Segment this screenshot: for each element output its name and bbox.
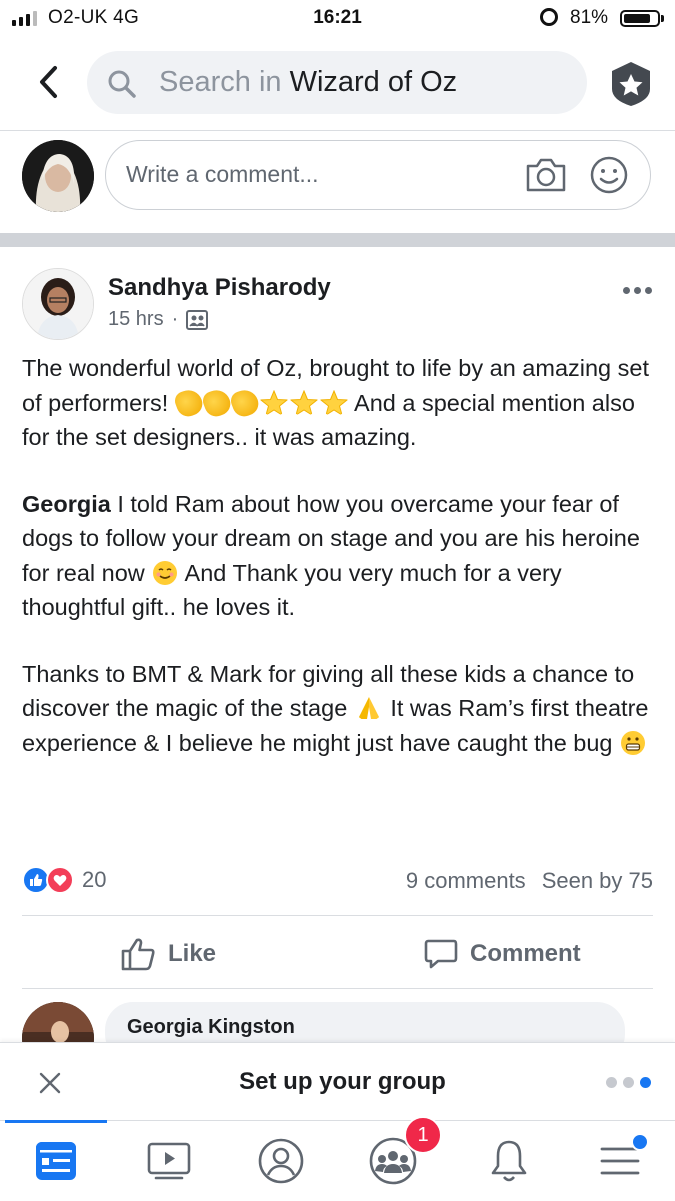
love-reaction-icon — [46, 866, 74, 894]
back-button[interactable] — [28, 62, 68, 102]
divider — [0, 130, 675, 131]
blush-emoji-icon — [153, 560, 178, 585]
clapping-emoji-icon — [228, 385, 262, 420]
battery-percent: 81% — [570, 7, 609, 28]
groups-notification-badge: 1 — [404, 1116, 442, 1154]
post-author[interactable]: Sandhya Pisharody — [108, 274, 331, 302]
menu-notification-dot — [631, 1133, 649, 1151]
comment-count[interactable]: 9 comments — [406, 868, 526, 893]
like-button[interactable]: Like — [120, 934, 216, 974]
comment-icon — [424, 939, 458, 969]
comment-label: Comment — [470, 940, 581, 967]
divider — [22, 915, 653, 916]
bell-icon — [491, 1140, 527, 1182]
comment-button[interactable]: Comment — [424, 934, 581, 974]
dot-separator: · — [171, 308, 179, 330]
post-body: The wonderful world of Oz, brought to li… — [22, 351, 662, 792]
group-audience-icon — [186, 309, 209, 330]
chevron-left-icon — [40, 66, 57, 98]
star-emoji-icon — [259, 389, 288, 416]
progress-dots — [606, 1077, 651, 1088]
active-tab-indicator — [5, 1120, 107, 1123]
search-placeholder: Search in Wizard of Oz — [159, 66, 458, 98]
tab-watch[interactable] — [143, 1135, 195, 1187]
post-time[interactable]: 15 hrs — [108, 308, 164, 331]
tab-bar: 1 — [0, 1116, 675, 1201]
divider — [22, 988, 653, 989]
commenter-name[interactable]: Georgia Kingston — [127, 1016, 295, 1039]
post-meta: 15 hrs · — [108, 308, 209, 331]
status-bar: O2-UK 4G 16:21 81% — [0, 0, 675, 40]
tab-news-feed[interactable] — [30, 1135, 82, 1187]
praying-hands-emoji-icon — [357, 697, 380, 719]
thumbs-up-icon — [121, 938, 155, 971]
news-feed-icon — [36, 1142, 76, 1180]
star-emoji-icon — [319, 389, 348, 416]
video-play-icon — [147, 1142, 191, 1180]
star-emoji-icon — [289, 389, 318, 416]
author-avatar[interactable] — [22, 268, 94, 340]
seen-count[interactable]: Seen by 75 — [542, 868, 653, 893]
clapping-emoji-icon — [200, 385, 234, 420]
mention-link[interactable]: Georgia — [22, 491, 111, 517]
post-paragraph: The wonderful world of Oz, brought to li… — [22, 355, 649, 450]
tab-notifications[interactable] — [483, 1135, 535, 1187]
comment-placeholder: Write a comment... — [126, 161, 319, 187]
post-paragraph: Thanks to BMT & Mark for giving all thes… — [22, 660, 649, 756]
more-options-icon[interactable] — [623, 287, 652, 294]
comment-input[interactable]: Write a comment... — [105, 140, 651, 210]
grimace-emoji-icon — [621, 730, 646, 755]
tab-profile[interactable] — [255, 1135, 307, 1187]
alarm-icon — [540, 8, 558, 26]
clapping-emoji-icon — [172, 385, 206, 420]
search-bar[interactable]: Search in Wizard of Oz — [87, 51, 587, 114]
reaction-count: 20 — [82, 867, 107, 892]
section-separator — [0, 233, 675, 247]
camera-icon[interactable] — [524, 156, 568, 194]
avatar[interactable] — [22, 140, 94, 212]
search-icon — [108, 70, 136, 98]
setup-group-banner[interactable]: Set up your group — [0, 1042, 675, 1123]
like-label: Like — [168, 940, 217, 967]
post-stats: 9 comments Seen by 75 — [406, 868, 653, 894]
post-paragraph: Georgia I told Ram about how you overcam… — [22, 490, 640, 621]
shield-star-icon — [612, 62, 650, 106]
group-badge-button[interactable] — [608, 60, 654, 108]
setup-title: Set up your group — [239, 1068, 446, 1095]
emoji-icon[interactable] — [589, 155, 629, 195]
reactions-summary[interactable]: 20 — [22, 866, 106, 894]
battery-icon — [620, 10, 660, 27]
profile-icon — [258, 1138, 304, 1184]
